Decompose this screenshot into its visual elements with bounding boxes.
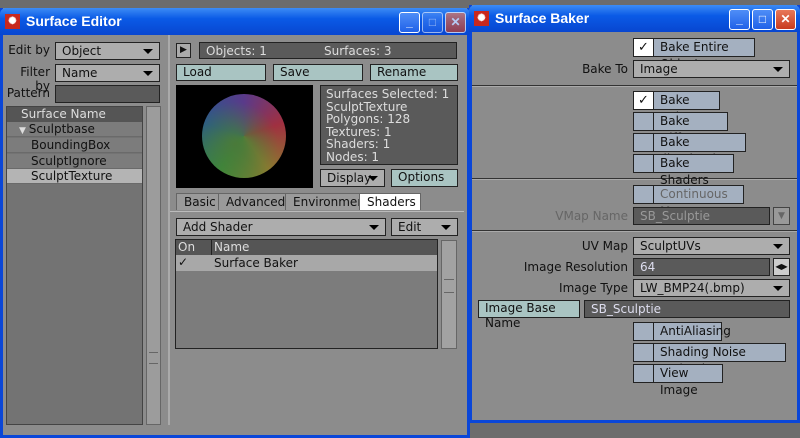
resolution-stepper-icon[interactable]: ◀▶ xyxy=(773,258,790,276)
vmap-name-label: VMap Name xyxy=(555,209,628,223)
close-button[interactable]: ✕ xyxy=(775,9,796,30)
shader-table-scrollbar[interactable] xyxy=(441,240,457,349)
display-dropdown[interactable]: Display xyxy=(320,169,385,187)
pattern-label: Pattern xyxy=(6,86,50,100)
on-column-header[interactable]: On xyxy=(176,240,212,255)
checkbox-label: AntiAliasing xyxy=(654,323,731,340)
antialiasing-checkbox[interactable]: AntiAliasing xyxy=(633,322,731,341)
minimize-button[interactable]: _ xyxy=(729,9,750,30)
filter-by-dropdown[interactable]: Name xyxy=(55,64,160,82)
uv-map-label: UV Map xyxy=(581,239,628,253)
vmap-name-input[interactable]: SB_Sculptie xyxy=(633,207,770,225)
surface-name-header[interactable]: Surface Name xyxy=(7,107,142,122)
lightwave-logo-icon: ✺ xyxy=(5,14,20,29)
objects-count: Objects: 1 xyxy=(206,44,267,58)
minimize-button[interactable]: _ xyxy=(399,12,420,33)
surface-row-sculpttexture[interactable]: SculptTexture xyxy=(7,169,142,184)
preview-sphere xyxy=(202,94,286,178)
surface-list: Surface Name ▼ Sculptbase BoundingBox Sc… xyxy=(6,106,143,425)
play-icon[interactable]: ▶ xyxy=(176,43,191,58)
view-image-checkbox[interactable]: View Image xyxy=(633,364,723,397)
surface-row-sculptbase[interactable]: ▼ Sculptbase xyxy=(7,122,142,137)
maximize-button[interactable]: □ xyxy=(422,12,443,33)
edit-by-dropdown[interactable]: Object xyxy=(55,42,160,60)
bake-entire-object-checkbox[interactable]: ✓Bake Entire Object xyxy=(633,38,755,71)
rename-button[interactable]: Rename xyxy=(370,64,458,81)
surface-row-boundingbox[interactable]: BoundingBox xyxy=(7,138,142,153)
shader-row[interactable]: ✓ Surface Baker xyxy=(176,255,437,271)
surface-row-sculptignore[interactable]: SculptIgnore xyxy=(7,154,142,169)
surface-baker-titlebar[interactable]: ✺ Surface Baker _ □ ✕ xyxy=(469,5,800,32)
uv-map-dropdown[interactable]: SculptUVs xyxy=(633,237,790,255)
add-shader-dropdown[interactable]: Add Shader xyxy=(176,218,386,236)
surfaces-count: Surfaces: 3 xyxy=(324,44,392,58)
shader-table: On Name ✓ Surface Baker xyxy=(175,239,438,349)
lightwave-logo-icon: ✺ xyxy=(474,11,489,26)
load-button[interactable]: Load xyxy=(176,64,266,81)
expand-triangle-icon[interactable]: ▼ xyxy=(19,126,29,136)
save-button[interactable]: Save xyxy=(273,64,363,81)
window-title: Surface Baker xyxy=(495,10,590,26)
checkbox-label: Continuous Map xyxy=(654,186,743,218)
maximize-button[interactable]: □ xyxy=(752,9,773,30)
shader-name: Surface Baker xyxy=(214,256,298,270)
surface-info-panel: Surfaces Selected: 1 SculptTexture Polyg… xyxy=(320,85,458,165)
image-base-name-button[interactable]: Image Base Name xyxy=(478,300,580,330)
scroll-grip-icon xyxy=(149,352,158,364)
tab-basic[interactable]: Basic xyxy=(176,193,224,210)
image-type-label: Image Type xyxy=(559,281,628,295)
tab-divider xyxy=(170,211,464,212)
divider xyxy=(472,230,797,232)
bake-diffuse-checkbox[interactable]: Bake Diffuse xyxy=(633,112,728,145)
checkbox-label: Bake Diffuse xyxy=(654,113,727,145)
scroll-grip-icon xyxy=(444,279,454,293)
checkbox-label: Shading Noise Reduction xyxy=(654,344,785,376)
checkbox-label: Bake Entire Object xyxy=(654,39,754,71)
bake-to-dropdown[interactable]: Image xyxy=(633,60,790,78)
bake-color-checkbox[interactable]: ✓Bake Color xyxy=(633,91,720,124)
bake-shaders-checkbox[interactable]: Bake Shaders xyxy=(633,154,734,187)
objects-status-bar: Objects: 1 Surfaces: 3 xyxy=(199,42,457,59)
name-column-header[interactable]: Name xyxy=(212,240,437,255)
bake-illumination-checkbox[interactable]: Bake Illumination xyxy=(633,133,746,166)
info-line: Surfaces Selected: 1 xyxy=(326,87,450,101)
shader-enabled-check-icon[interactable]: ✓ xyxy=(178,255,188,269)
info-line: Polygons: 128 xyxy=(326,112,411,126)
continuous-map-checkbox[interactable]: Continuous Map xyxy=(633,185,744,218)
tab-advanced[interactable]: Advanced xyxy=(218,193,294,210)
edit-by-label: Edit by xyxy=(8,43,50,57)
surface-list-scrollbar[interactable] xyxy=(146,106,161,425)
info-line: Shaders: 1 xyxy=(326,137,391,151)
tab-shaders[interactable]: Shaders xyxy=(359,193,421,210)
options-button[interactable]: Options xyxy=(391,169,458,187)
surface-editor-titlebar[interactable]: ✺ Surface Editor _ □ ✕ xyxy=(0,8,470,35)
image-type-dropdown[interactable]: LW_BMP24(.bmp) xyxy=(633,279,790,297)
surface-label: Sculptbase xyxy=(28,122,95,136)
check-icon: ✓ xyxy=(634,92,654,109)
checkbox-label: Bake Color xyxy=(654,92,719,124)
vmap-dropdown-arrow-icon[interactable]: ▼ xyxy=(773,207,790,225)
checkbox-label: Bake Shaders xyxy=(654,155,733,187)
image-base-name-input[interactable]: SB_Sculptie xyxy=(584,300,790,318)
shading-noise-reduction-checkbox[interactable]: Shading Noise Reduction xyxy=(633,343,786,376)
check-icon: ✓ xyxy=(634,39,654,56)
pattern-input[interactable] xyxy=(55,85,160,103)
close-button[interactable]: ✕ xyxy=(445,12,466,33)
bake-to-label: Bake To xyxy=(582,62,628,76)
info-line: Nodes: 1 xyxy=(326,149,380,164)
window-title: Surface Editor xyxy=(26,13,122,29)
image-resolution-label: Image Resolution xyxy=(523,260,628,274)
surface-preview[interactable] xyxy=(176,85,313,188)
divider xyxy=(472,85,797,87)
divider xyxy=(472,178,797,180)
checkbox-label: View Image xyxy=(654,365,722,397)
checkbox-label: Bake Illumination xyxy=(654,134,745,166)
image-resolution-input[interactable]: 64 xyxy=(633,258,770,276)
edit-dropdown[interactable]: Edit xyxy=(391,218,458,236)
